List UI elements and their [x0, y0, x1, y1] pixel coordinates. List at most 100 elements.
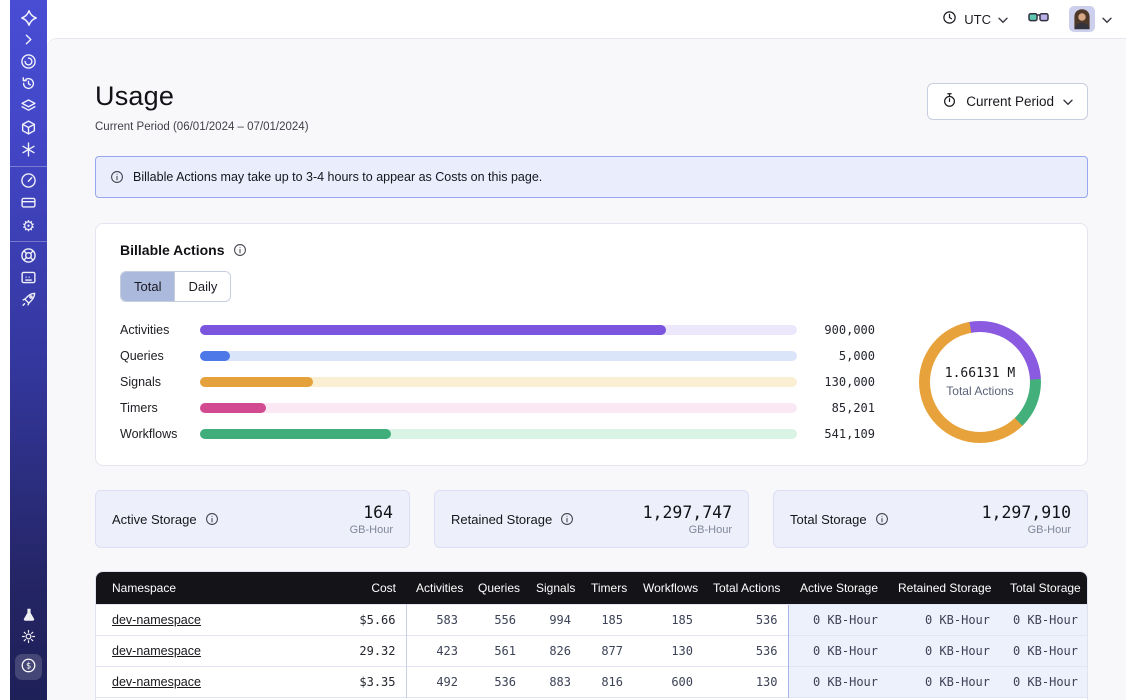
- table-cell: 0 KB-Hour: [888, 605, 1000, 636]
- sidebar-sun-button[interactable]: [15, 627, 43, 649]
- tab-total[interactable]: Total: [121, 272, 174, 301]
- bar-row-signals: Signals 130,000: [120, 369, 875, 395]
- bar-track: [200, 325, 797, 335]
- info-icon[interactable]: [205, 512, 219, 526]
- sidebar-group-account: ⚙: [15, 171, 43, 237]
- sidebar-cube-button[interactable]: [15, 118, 43, 140]
- column-header-active-storage: Active Storage: [788, 572, 888, 605]
- table-header-row: NamespaceCostActivitiesQueriesSignalsTim…: [96, 572, 1088, 605]
- info-icon[interactable]: [560, 512, 574, 526]
- sun-icon: [21, 629, 36, 647]
- billable-actions-title-text: Billable Actions: [120, 242, 225, 258]
- labs-glasses-button[interactable]: [1028, 10, 1049, 28]
- table-cell: 536: [703, 605, 788, 636]
- namespace-cell: dev-namespace: [96, 667, 338, 698]
- table-row: dev-namespace$3.354925368838166001300 KB…: [96, 667, 1088, 698]
- timezone-selector[interactable]: UTC: [942, 10, 1008, 28]
- table-row: dev-namespace29.324235618268771305360 KB…: [96, 636, 1088, 667]
- gear-icon: ⚙: [22, 219, 35, 234]
- clock-icon: [942, 10, 957, 28]
- stopwatch-icon: [942, 92, 957, 111]
- info-icon[interactable]: [875, 512, 889, 526]
- bar-row-queries: Queries 5,000: [120, 343, 875, 369]
- info-banner: Billable Actions may take up to 3-4 hour…: [95, 156, 1088, 198]
- period-selector-button[interactable]: Current Period: [927, 83, 1088, 120]
- sidebar-gauge-button[interactable]: [15, 171, 43, 193]
- table-cell: $5.66: [338, 605, 406, 636]
- sidebar-terminal-button[interactable]: [15, 268, 43, 290]
- terminal-icon: [20, 269, 37, 289]
- layers-icon: [20, 97, 37, 117]
- bar-label: Queries: [120, 349, 186, 363]
- glasses-icon: [1028, 10, 1049, 28]
- sidebar-namespaces-button[interactable]: [15, 52, 43, 74]
- sidebar-gear-button[interactable]: ⚙: [15, 215, 43, 237]
- sidebar-layers-button[interactable]: [15, 96, 43, 118]
- page-subtitle: Current Period (06/01/2024 – 07/01/2024): [95, 121, 309, 133]
- chevron-right-icon: [20, 31, 37, 51]
- namespace-link[interactable]: dev-namespace: [112, 675, 201, 689]
- sidebar-temporal-logo-button[interactable]: [15, 8, 43, 30]
- chevron-down-icon: [1102, 12, 1112, 27]
- donut-chart-wrap: 1.66131 M Total Actions: [897, 321, 1063, 443]
- namespace-link[interactable]: dev-namespace: [112, 613, 201, 627]
- chevron-down-icon: [1063, 94, 1073, 109]
- column-header-workflows: Workflows: [633, 572, 703, 605]
- billable-chart: Activities 900,000 Queries 5,000 Signals…: [120, 317, 1063, 447]
- sidebar-history-button[interactable]: [15, 74, 43, 96]
- bar-row-timers: Timers 85,201: [120, 395, 875, 421]
- storage-card-total-storage: Total Storage 1,297,910 GB-Hour: [773, 490, 1088, 548]
- bar-row-activities: Activities 900,000: [120, 317, 875, 343]
- lifebuoy-icon: [20, 247, 37, 267]
- sidebar-divider: [10, 166, 47, 167]
- namespace-link[interactable]: dev-namespace: [112, 644, 201, 658]
- chevron-down-icon: [998, 12, 1008, 27]
- column-header-total-storage: Total Storage: [1000, 572, 1088, 605]
- sidebar-chevron-right-button[interactable]: [15, 30, 43, 52]
- bar-row-workflows: Workflows 541,109: [120, 421, 875, 447]
- table-cell: 536: [468, 667, 526, 698]
- info-icon[interactable]: [233, 243, 247, 257]
- table-cell: 185: [633, 605, 703, 636]
- billable-actions-title: Billable Actions: [120, 242, 1063, 258]
- table-cell: 556: [468, 605, 526, 636]
- column-header-signals: Signals: [526, 572, 581, 605]
- sidebar-flask-button[interactable]: [15, 605, 43, 627]
- column-header-queries: Queries: [468, 572, 526, 605]
- sidebar-lifebuoy-button[interactable]: [15, 246, 43, 268]
- usage-table: NamespaceCostActivitiesQueriesSignalsTim…: [96, 572, 1088, 700]
- tab-daily[interactable]: Daily: [174, 272, 230, 301]
- billable-actions-card: Billable Actions TotalDaily Activities 9…: [95, 223, 1088, 466]
- cube-icon: [20, 119, 37, 139]
- rocket-icon: [20, 291, 37, 311]
- sidebar-asterisk-button[interactable]: [15, 140, 43, 162]
- history-icon: [20, 75, 37, 95]
- storage-card-unit: GB-Hour: [350, 524, 393, 536]
- bar-value: 900,000: [811, 323, 875, 337]
- bar-label: Timers: [120, 401, 186, 415]
- storage-card-label: Retained Storage: [451, 512, 574, 527]
- storage-card-unit: GB-Hour: [643, 524, 732, 536]
- table-cell: 0 KB-Hour: [888, 636, 1000, 667]
- bar-fill: [200, 351, 230, 361]
- column-header-retained-storage: Retained Storage: [888, 572, 1000, 605]
- table-cell: 423: [406, 636, 468, 667]
- table-cell: 600: [633, 667, 703, 698]
- info-banner-text: Billable Actions may take up to 3-4 hour…: [133, 170, 542, 184]
- bar-track: [200, 351, 797, 361]
- bar-fill: [200, 325, 666, 335]
- table-cell: 877: [581, 636, 633, 667]
- table-cell: 816: [581, 667, 633, 698]
- credit-card-icon: [20, 194, 37, 214]
- bar-value: 85,201: [811, 401, 875, 415]
- bar-label: Activities: [120, 323, 186, 337]
- storage-card-label: Total Storage: [790, 512, 889, 527]
- content-area: Usage Current Period (06/01/2024 – 07/01…: [47, 38, 1126, 700]
- billable-bar-chart: Activities 900,000 Queries 5,000 Signals…: [120, 317, 875, 447]
- total-actions-label: Total Actions: [945, 384, 1015, 398]
- namespace-cell: dev-namespace: [96, 605, 338, 636]
- sidebar-rocket-button[interactable]: [15, 290, 43, 312]
- account-menu-button[interactable]: [1069, 6, 1112, 32]
- sidebar-coin-button[interactable]: $: [15, 654, 42, 680]
- sidebar-credit-card-button[interactable]: [15, 193, 43, 215]
